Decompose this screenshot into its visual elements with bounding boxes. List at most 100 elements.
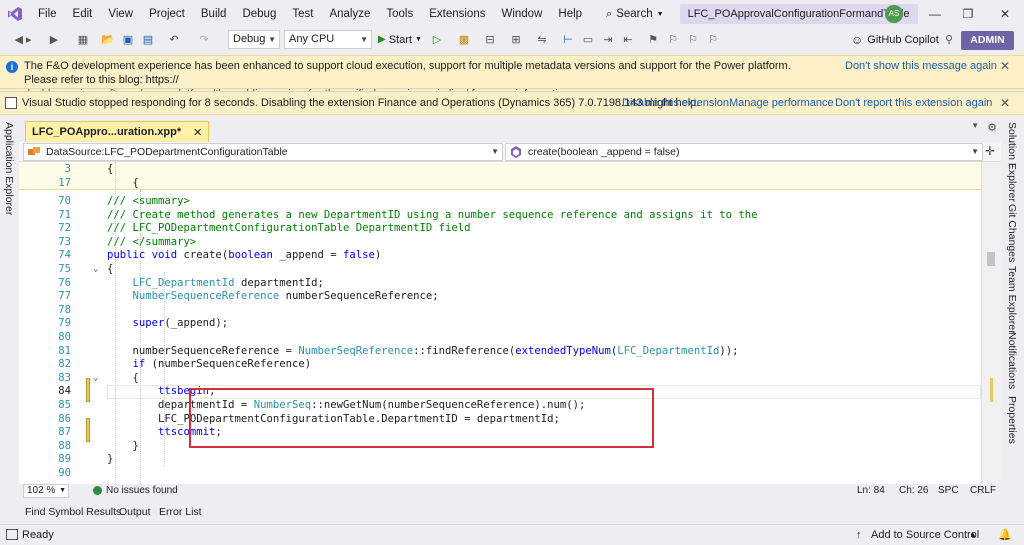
grid-icon[interactable]: ⊞ xyxy=(508,32,524,48)
bookmark-icon[interactable]: ⚑ xyxy=(646,32,660,48)
solution-title[interactable]: LFC_POApprovalConfigurationFormandTable xyxy=(679,4,918,24)
add-to-source-control-button[interactable]: Add to Source Control xyxy=(871,525,979,545)
forward-icon[interactable]: ▶ xyxy=(46,32,62,48)
code-line[interactable]: 73 /// </summary> xyxy=(19,236,981,250)
close-icon[interactable]: ✕ xyxy=(1000,96,1010,110)
menu-item-project[interactable]: Project xyxy=(141,0,193,28)
outdent-icon[interactable]: ⇤ xyxy=(620,32,636,48)
extension-icon[interactable]: ▩ xyxy=(456,32,472,48)
whitespace-indicator[interactable]: SPC xyxy=(938,484,959,498)
code-line[interactable]: 72 /// LFC_PODepartmentConfigurationTable… xyxy=(19,222,981,236)
tab-error-list[interactable]: Error List xyxy=(159,503,202,521)
code-line[interactable]: 78 xyxy=(19,304,981,318)
compare-icon[interactable]: ⇋ xyxy=(534,32,550,48)
zoom-dropdown[interactable]: 102 % ▼ xyxy=(23,484,69,498)
code-line[interactable]: 75 ⌄ { xyxy=(19,263,981,277)
line-number: 74 xyxy=(58,249,71,262)
code-line[interactable]: 82 if (numberSequenceReference) xyxy=(19,358,981,372)
solution-explorer-tab[interactable]: Solution Explorer xyxy=(1006,122,1018,202)
admin-badge[interactable]: ADMIN xyxy=(961,31,1014,50)
sticky-line[interactable]: 3{ xyxy=(19,163,981,177)
tab-output[interactable]: Output xyxy=(119,503,151,521)
browse-icon[interactable]: ⊟ xyxy=(482,32,498,48)
notifications-tab[interactable]: Notifications xyxy=(1006,332,1018,389)
menu-item-file[interactable]: File xyxy=(30,0,65,28)
fold-chevron-icon[interactable]: ⌄ xyxy=(93,372,98,386)
code-line[interactable]: 83 ⌄ { xyxy=(19,372,981,386)
manage-performance-link[interactable]: Manage performance xyxy=(729,97,834,109)
open-folder-icon[interactable]: 📂 xyxy=(100,32,116,48)
code-line[interactable]: 90 xyxy=(19,467,981,481)
close-icon[interactable]: ✕ xyxy=(193,126,202,139)
fold-chevron-icon[interactable]: ⌄ xyxy=(93,263,98,277)
member-dropdown[interactable]: create(boolean _append = false) ▼ xyxy=(505,143,983,161)
menu-item-tools[interactable]: Tools xyxy=(378,0,421,28)
split-editor-icon[interactable]: ✛ xyxy=(985,144,995,158)
char-indicator[interactable]: Ch: 26 xyxy=(899,484,928,498)
format-icon[interactable]: ▭ xyxy=(580,32,596,48)
close-window-button[interactable]: ✕ xyxy=(990,0,1020,28)
menu-item-build[interactable]: Build xyxy=(193,0,235,28)
line-ending-indicator[interactable]: CRLF xyxy=(970,484,996,498)
close-icon[interactable]: ✕ xyxy=(1000,59,1010,73)
sticky-line[interactable]: 17 { xyxy=(19,177,981,191)
code-line[interactable]: 81 numberSequenceReference = NumberSeqRe… xyxy=(19,345,981,359)
restore-button[interactable]: ❐ xyxy=(953,0,983,28)
menu-item-extensions[interactable]: Extensions xyxy=(421,0,493,28)
notification-bell-icon[interactable]: 🔔 xyxy=(998,525,1012,545)
minimize-button[interactable]: — xyxy=(920,0,950,28)
tab-find-symbol-results[interactable]: Find Symbol Results xyxy=(25,503,121,521)
code-line[interactable]: 74 public void create(boolean _append = f… xyxy=(19,249,981,263)
issues-status[interactable]: No issues found xyxy=(106,484,178,498)
new-project-icon[interactable]: ▦ xyxy=(72,32,94,48)
save-all-icon[interactable]: ▤ xyxy=(140,32,156,48)
code-line[interactable]: 79 super(_append); xyxy=(19,317,981,331)
save-icon[interactable]: ▣ xyxy=(120,32,136,48)
chevron-down-icon[interactable]: ▼ xyxy=(971,121,979,134)
menu-item-test[interactable]: Test xyxy=(284,0,321,28)
bookmark-clear-icon[interactable]: ⚐ xyxy=(706,32,720,48)
bookmark-prev-icon[interactable]: ⚐ xyxy=(666,32,680,48)
menu-item-view[interactable]: View xyxy=(100,0,141,28)
redo-icon[interactable]: ↷ xyxy=(194,32,214,48)
gear-icon[interactable]: ⚙ xyxy=(987,121,997,134)
disable-extension-link[interactable]: Disable this extension xyxy=(622,97,729,109)
menu-item-window[interactable]: Window xyxy=(493,0,550,28)
back-forward-icon[interactable]: ◀ ▸ xyxy=(8,32,38,48)
menu-item-analyze[interactable]: Analyze xyxy=(321,0,378,28)
search-button[interactable]: ⌕ Search ▼ xyxy=(600,3,670,25)
chevron-up-icon[interactable]: ▲ xyxy=(969,525,977,545)
type-scope-dropdown[interactable]: DataSource:LFC_PODepartmentConfiguration… xyxy=(23,143,503,161)
undo-icon[interactable]: ↶ xyxy=(164,32,184,48)
step-icon[interactable]: ⊢ xyxy=(560,32,576,48)
team-explorer-tab[interactable]: Team Explorer xyxy=(1006,266,1018,334)
dont-report-link[interactable]: Don't report this extension again xyxy=(835,97,992,109)
menu-item-debug[interactable]: Debug xyxy=(234,0,284,28)
vertical-scrollbar[interactable] xyxy=(981,162,1001,484)
github-copilot-button[interactable]: ☺ GitHub Copilot xyxy=(851,32,939,48)
application-explorer-tab[interactable]: Application Explorer xyxy=(3,122,15,215)
code-line[interactable]: 70 /// <summary> xyxy=(19,195,981,209)
avatar[interactable]: AS xyxy=(885,5,903,23)
feedback-icon[interactable]: ⚲ xyxy=(942,32,956,48)
properties-tab[interactable]: Properties xyxy=(1006,396,1018,444)
configuration-dropdown[interactable]: Debug ▼ xyxy=(228,30,280,49)
git-changes-tab[interactable]: Git Changes xyxy=(1006,204,1018,262)
bookmark-next-icon[interactable]: ⚐ xyxy=(686,32,700,48)
dont-show-again-link[interactable]: Don't show this message again xyxy=(845,60,997,72)
code-line[interactable]: 89} xyxy=(19,453,981,467)
code-line[interactable]: 71 /// Create method generates a new Depa… xyxy=(19,209,981,223)
code-line[interactable]: 80 xyxy=(19,331,981,345)
start-button[interactable]: ▶ Start ▼ xyxy=(378,31,422,49)
document-tab[interactable]: LFC_POAppro...uration.xpp* ✕ xyxy=(25,121,210,142)
scrollbar-thumb[interactable] xyxy=(987,252,995,266)
indent-icon[interactable]: ⇥ xyxy=(600,32,616,48)
menu-item-edit[interactable]: Edit xyxy=(65,0,101,28)
menu-item-help[interactable]: Help xyxy=(550,0,590,28)
code-line[interactable]: 76 LFC_DepartmentId departmentId; xyxy=(19,277,981,291)
platform-dropdown[interactable]: Any CPU ▼ xyxy=(284,30,372,49)
start-without-debugging-icon[interactable]: ▷ xyxy=(430,32,444,48)
visual-studio-logo-icon[interactable] xyxy=(0,0,30,28)
line-indicator[interactable]: Ln: 84 xyxy=(857,484,885,498)
code-line[interactable]: 77 NumberSequenceReference numberSequenc… xyxy=(19,290,981,304)
